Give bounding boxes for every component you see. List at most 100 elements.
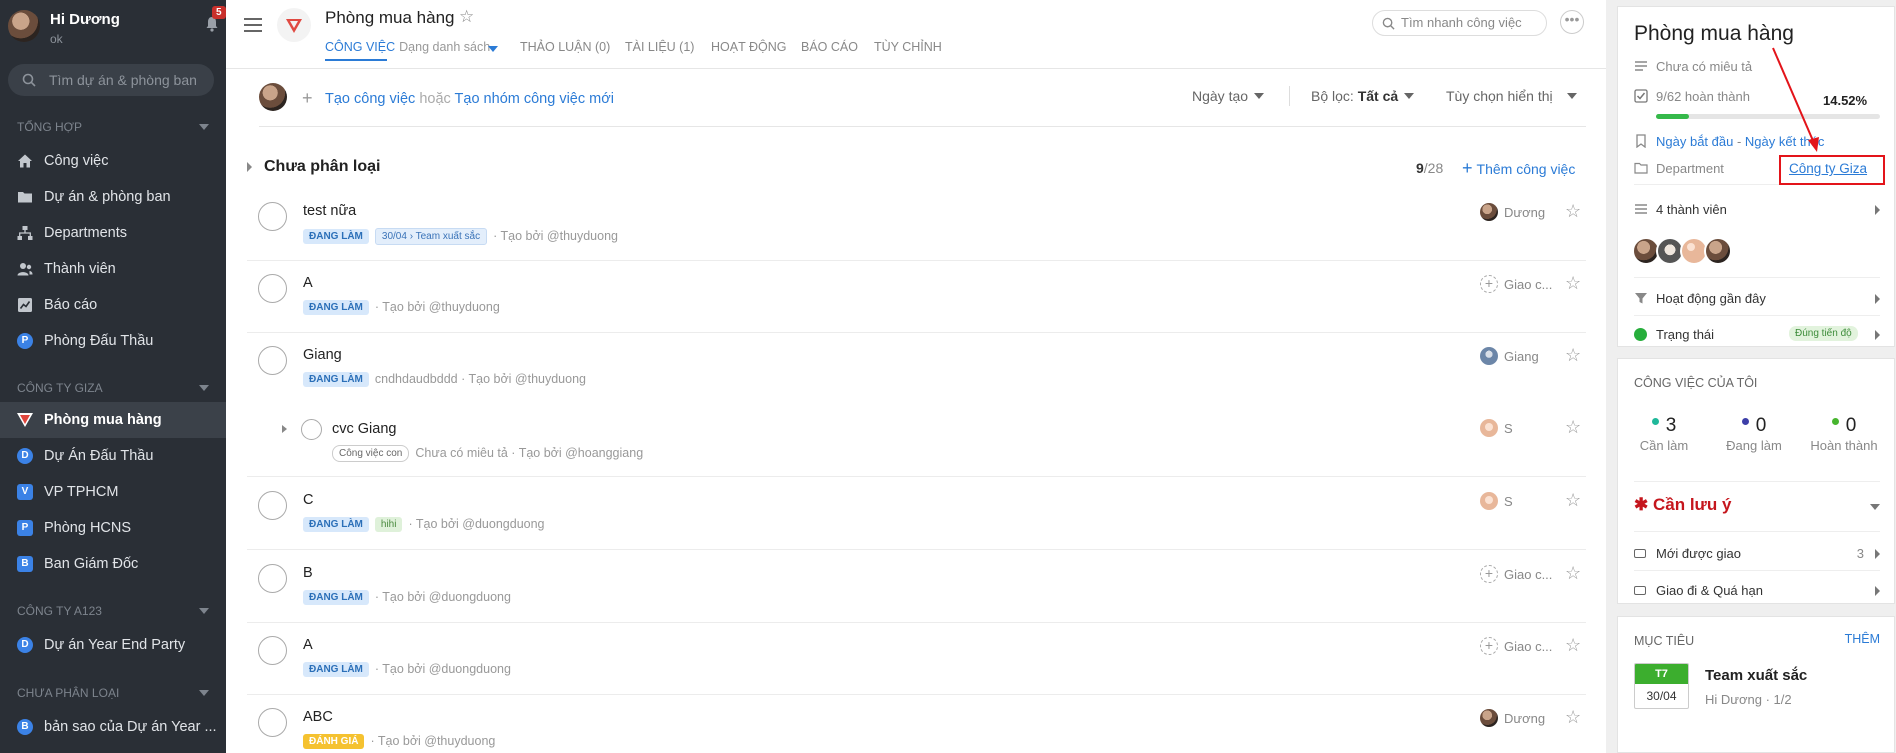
chevron-right-icon[interactable] bbox=[1875, 549, 1880, 559]
task-title[interactable]: ABC bbox=[303, 709, 333, 725]
task-row[interactable]: B ĐANG LÀM · Tạo bởi @duongduong + Giao c.… bbox=[247, 551, 1586, 623]
status-badge[interactable]: ĐANG LÀM bbox=[303, 300, 369, 315]
status-badge[interactable]: Đúng tiến độ bbox=[1789, 326, 1858, 341]
create-task-link[interactable]: Tạo công việc bbox=[325, 91, 415, 107]
sidebar-item-bidding-project[interactable]: D Dự Án Đấu Thầu bbox=[0, 438, 226, 474]
tab-reports[interactable]: BÁO CÁO bbox=[801, 40, 858, 54]
task-checkbox[interactable] bbox=[258, 708, 287, 737]
sidebar-item-tasks[interactable]: Công việc bbox=[0, 143, 226, 179]
sidebar-item-hcns[interactable]: P Phòng HCNS bbox=[0, 510, 226, 546]
task-row[interactable]: Giang ĐANG LÀM cndhdaudbddd · Tạo bởi @th… bbox=[247, 333, 1586, 405]
task-title[interactable]: A bbox=[303, 637, 313, 653]
task-checkbox[interactable] bbox=[258, 274, 287, 303]
sidebar-item-year-end-party[interactable]: D Dự án Year End Party bbox=[0, 627, 226, 663]
sidebar-item-vp-tphcm[interactable]: V VP TPHCM bbox=[0, 474, 226, 510]
filter-dropdown[interactable]: Bộ lọc: Tất cả bbox=[1311, 88, 1415, 104]
star-icon[interactable]: ☆ bbox=[1565, 273, 1581, 294]
user-avatar[interactable] bbox=[8, 10, 40, 42]
chevron-down-icon[interactable] bbox=[488, 46, 498, 52]
chevron-right-icon[interactable] bbox=[247, 162, 252, 172]
star-icon[interactable]: ☆ bbox=[1565, 563, 1581, 584]
start-date-link[interactable]: Ngày bắt đầu bbox=[1656, 134, 1733, 149]
attention-toggle[interactable]: ✱ Cần lưu ý bbox=[1634, 495, 1731, 515]
tab-customize[interactable]: TÙY CHỈNH bbox=[874, 40, 942, 54]
chevron-right-icon[interactable] bbox=[1875, 294, 1880, 304]
sidebar-item-projects[interactable]: Dự án & phòng ban bbox=[0, 179, 226, 215]
star-icon[interactable]: ☆ bbox=[1565, 707, 1581, 728]
task-title[interactable]: test nữa bbox=[303, 203, 356, 219]
section-general[interactable]: TỔNG HỢP bbox=[17, 120, 217, 134]
task-row[interactable]: A ĐANG LÀM · Tạo bởi @duongduong + Giao c.… bbox=[247, 623, 1586, 695]
display-options-dropdown[interactable]: Tùy chọn hiển thị bbox=[1446, 88, 1577, 104]
stat-doing[interactable]: 0 Đang làm bbox=[1714, 415, 1794, 453]
sidebar-search-input[interactable]: Tìm dự án & phòng ban bbox=[8, 64, 214, 96]
tab-documents[interactable]: TÀI LIỆU (1) bbox=[625, 40, 694, 54]
stat-done[interactable]: 0 Hoàn thành bbox=[1804, 415, 1884, 453]
quick-search-input[interactable]: Tìm nhanh công việc bbox=[1372, 10, 1547, 36]
chevron-right-icon[interactable] bbox=[1875, 586, 1880, 596]
subtask-row[interactable]: cvc Giang Công việc con Chưa có miêu tả ·… bbox=[247, 405, 1586, 477]
star-icon[interactable]: ☆ bbox=[1565, 635, 1581, 656]
status-badge[interactable]: ĐANG LÀM bbox=[303, 590, 369, 605]
end-date-link[interactable]: Ngày kết thúc bbox=[1745, 134, 1825, 149]
status-row[interactable]: Trạng thái bbox=[1656, 327, 1896, 342]
sidebar-item-board[interactable]: B Ban Giám Đốc bbox=[0, 546, 226, 582]
department-link[interactable]: Công ty Giza bbox=[1789, 161, 1867, 176]
section-unsorted[interactable]: CHƯA PHÂN LOẠI bbox=[17, 686, 217, 700]
task-row[interactable]: test nữa ĐANG LÀM 30/04 › Team xuất sắc · … bbox=[247, 189, 1586, 261]
member-avatar[interactable] bbox=[1704, 237, 1732, 265]
status-badge[interactable]: ĐANG LÀM bbox=[303, 517, 369, 532]
status-badge[interactable]: ĐANG LÀM bbox=[303, 229, 369, 244]
task-checkbox[interactable] bbox=[258, 346, 287, 375]
status-badge[interactable]: ĐANG LÀM bbox=[303, 372, 369, 387]
chevron-right-icon[interactable] bbox=[1875, 330, 1880, 340]
goal-badge[interactable]: 30/04 › Team xuất sắc bbox=[374, 228, 488, 245]
section-a123[interactable]: CÔNG TY A123 bbox=[17, 604, 217, 618]
task-title[interactable]: Giang bbox=[303, 347, 342, 363]
sidebar-item-bidding-dept[interactable]: P Phòng Đấu Thầu bbox=[0, 323, 226, 359]
task-title[interactable]: cvc Giang bbox=[332, 421, 396, 437]
menu-icon[interactable] bbox=[244, 18, 262, 32]
task-title[interactable]: C bbox=[303, 492, 313, 508]
task-checkbox[interactable] bbox=[258, 564, 287, 593]
task-row[interactable]: ABC ĐÁNH GIÁ · Tạo bởi @thuyduong Dương ☆ bbox=[247, 695, 1586, 753]
sidebar-item-purchasing[interactable]: Phòng mua hàng bbox=[0, 402, 226, 438]
label-badge[interactable]: hihi bbox=[374, 517, 403, 532]
sidebar-item-members[interactable]: Thành viên bbox=[0, 251, 226, 287]
task-row[interactable]: C ĐANG LÀM hihi · Tạo bởi @duongduong S ☆ bbox=[247, 478, 1586, 550]
tab-tasks[interactable]: CÔNG VIỆC Dạng danh sách bbox=[325, 40, 498, 54]
task-row[interactable]: A ĐANG LÀM · Tạo bởi @thuyduong + Giao c..… bbox=[247, 261, 1586, 333]
star-icon[interactable]: ☆ bbox=[1565, 417, 1581, 438]
section-giza[interactable]: CÔNG TY GIZA bbox=[17, 381, 217, 395]
task-checkbox[interactable] bbox=[301, 419, 322, 440]
task-title[interactable]: A bbox=[303, 275, 313, 291]
chevron-right-icon[interactable] bbox=[1875, 205, 1880, 215]
status-badge[interactable]: ĐÁNH GIÁ bbox=[303, 734, 365, 749]
star-icon[interactable]: ☆ bbox=[1565, 345, 1581, 366]
section-title: CÔNG TY GIZA bbox=[17, 381, 103, 395]
sidebar-item-departments[interactable]: Departments bbox=[0, 215, 226, 251]
sidebar-item-copy-year-end[interactable]: B bản sao của Dự án Year ... bbox=[0, 709, 226, 745]
user-profile[interactable]: Hi Dương ok 5 bbox=[8, 6, 226, 48]
task-checkbox[interactable] bbox=[258, 636, 287, 665]
status-badge[interactable]: ĐANG LÀM bbox=[303, 662, 369, 677]
goal-name[interactable]: Team xuất sắc bbox=[1705, 667, 1807, 684]
chevron-down-icon[interactable] bbox=[1870, 504, 1880, 510]
sidebar-item-reports[interactable]: Báo cáo bbox=[0, 287, 226, 323]
add-task-button[interactable]: + Thêm công việc bbox=[1462, 158, 1575, 179]
tab-activity[interactable]: HOẠT ĐỘNG bbox=[711, 40, 786, 54]
more-options-button[interactable]: ••• bbox=[1560, 10, 1584, 34]
task-checkbox[interactable] bbox=[258, 491, 287, 520]
chevron-right-icon[interactable] bbox=[282, 425, 287, 433]
star-icon[interactable]: ☆ bbox=[1565, 490, 1581, 511]
task-title[interactable]: B bbox=[303, 565, 313, 581]
add-goal-button[interactable]: THÊM bbox=[1845, 632, 1880, 646]
star-icon[interactable]: ☆ bbox=[1565, 201, 1581, 222]
sort-dropdown[interactable]: Ngày tạo bbox=[1192, 88, 1265, 104]
plus-icon[interactable]: + bbox=[302, 88, 313, 109]
task-checkbox[interactable] bbox=[258, 202, 287, 231]
stat-todo[interactable]: 3 Cần làm bbox=[1624, 415, 1704, 453]
create-group-link[interactable]: Tạo nhóm công việc mới bbox=[455, 91, 614, 107]
star-icon[interactable]: ☆ bbox=[459, 7, 474, 27]
tab-discussion[interactable]: THẢO LUẬN (0) bbox=[520, 40, 610, 54]
